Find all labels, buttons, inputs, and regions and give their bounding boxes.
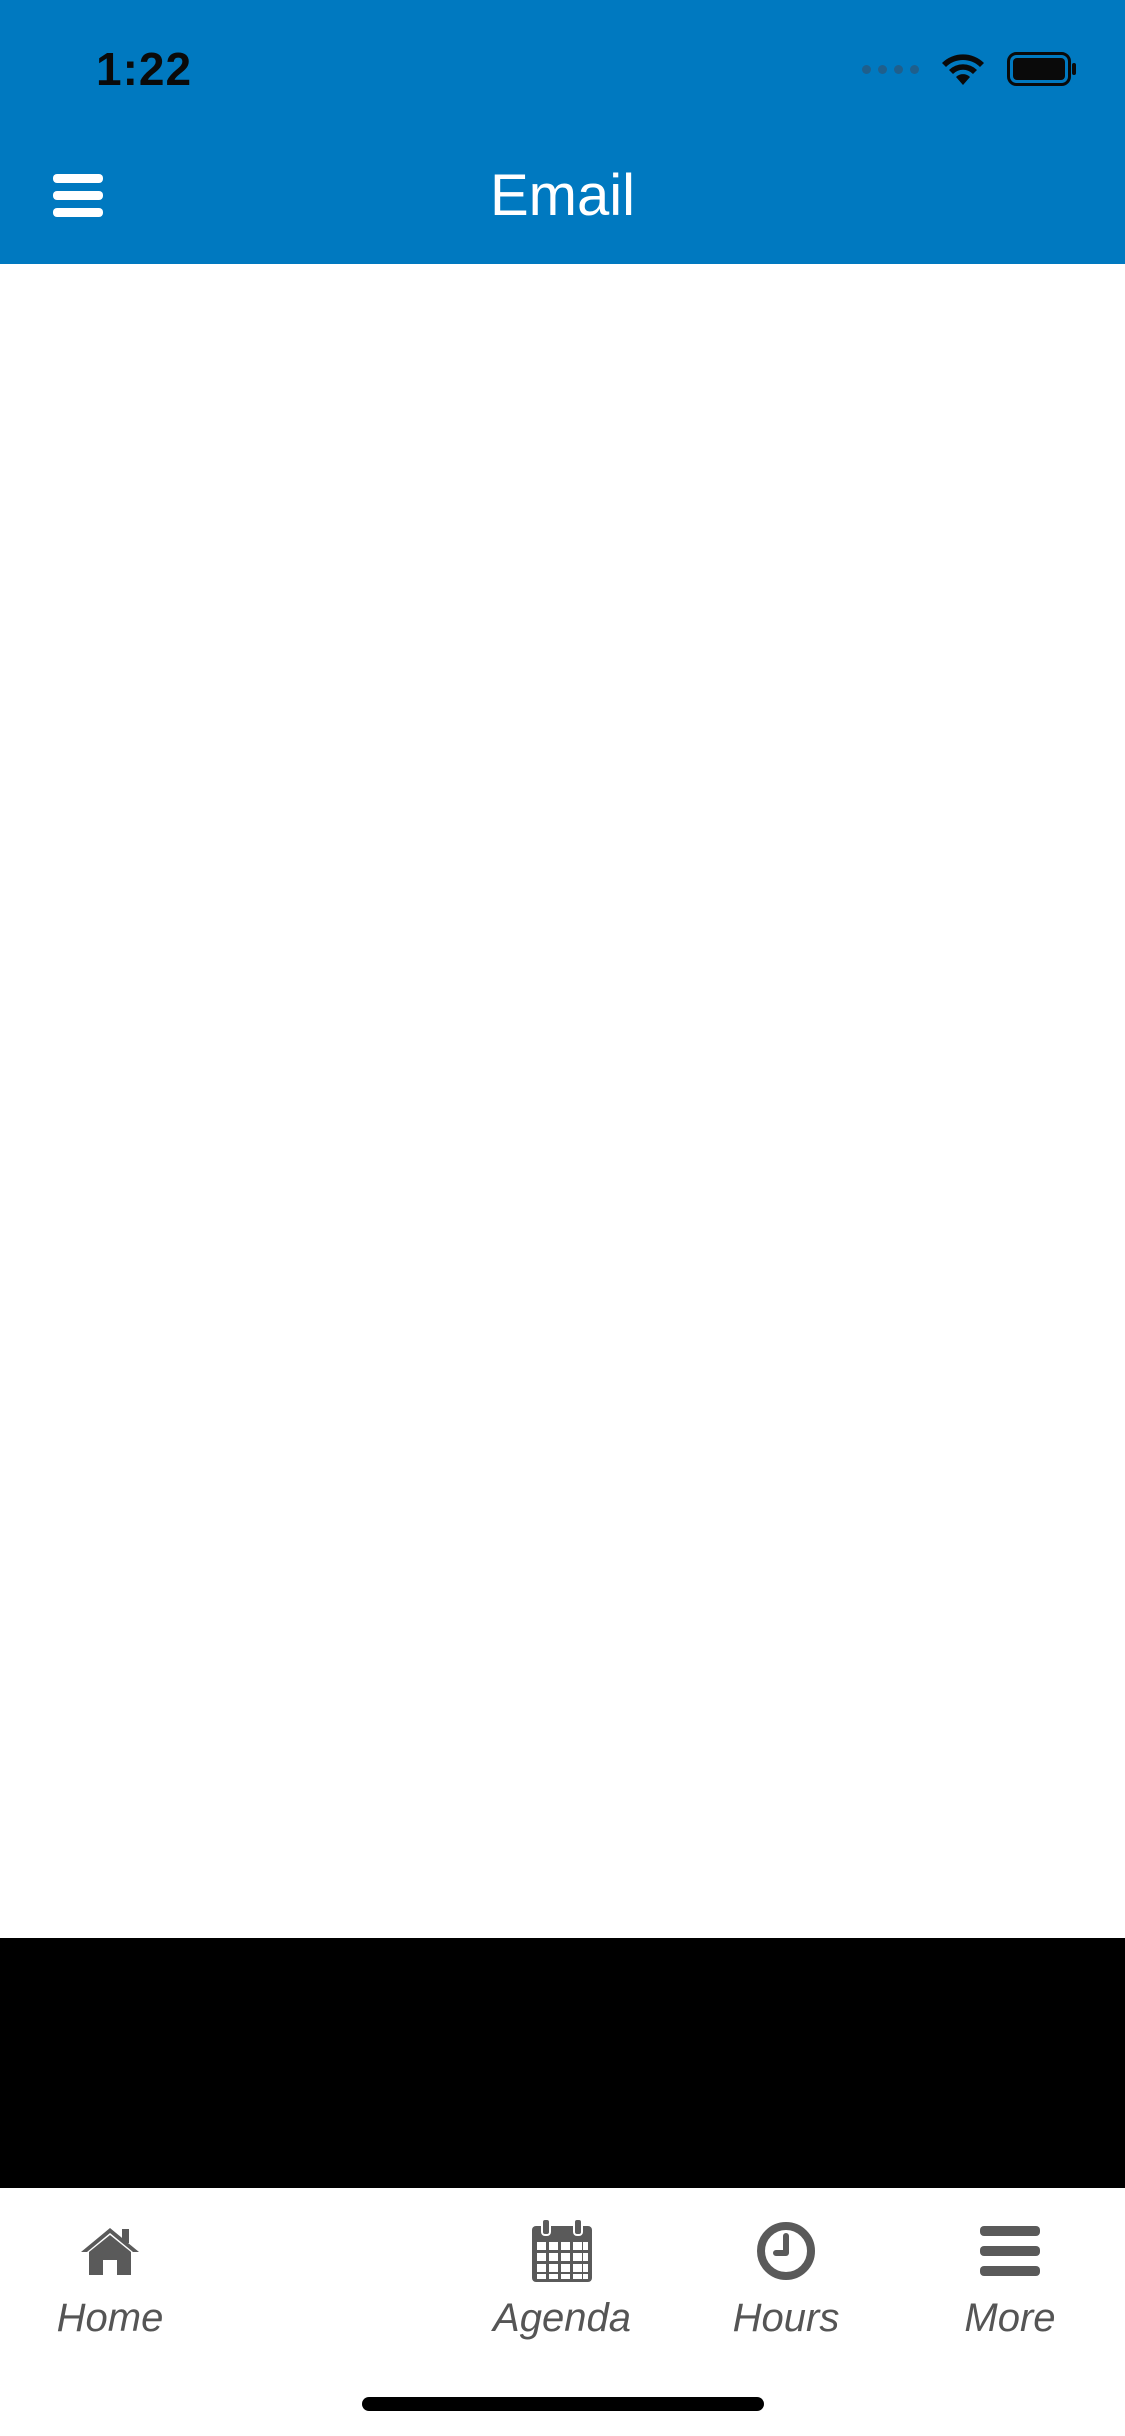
- tab-more-label: More: [964, 2296, 1056, 2340]
- tab-more[interactable]: More: [920, 2216, 1100, 2341]
- home-indicator[interactable]: [362, 2397, 764, 2411]
- status-indicators: [862, 48, 1077, 90]
- screen: 1:22 Email Home Agenda Hours More: [0, 0, 1125, 2436]
- tab-home-label: Home: [56, 2296, 164, 2340]
- battery-icon: [1007, 52, 1076, 86]
- status-time: 1:22: [96, 43, 193, 95]
- wifi-icon: [942, 54, 984, 85]
- tab-hours-label: Hours: [732, 2296, 840, 2340]
- tab-agenda[interactable]: Agenda: [472, 2216, 652, 2341]
- calendar-icon: [532, 2218, 592, 2282]
- clock-icon: [757, 2222, 815, 2280]
- media-banner-area: [0, 1938, 1125, 2188]
- email-content-area: [0, 264, 1125, 1938]
- tab-home[interactable]: Home: [20, 2216, 200, 2341]
- tab-hours[interactable]: Hours: [696, 2216, 876, 2341]
- more-menu-icon: [980, 2226, 1040, 2276]
- home-icon: [81, 2228, 139, 2275]
- page-title: Email: [489, 163, 636, 228]
- app-header: 1:22 Email: [0, 0, 1125, 264]
- cellular-signal-icon: [862, 64, 919, 74]
- tab-agenda-label: Agenda: [493, 2296, 631, 2340]
